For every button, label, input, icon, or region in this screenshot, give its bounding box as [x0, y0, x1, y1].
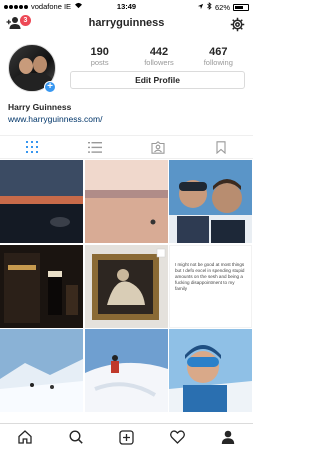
- profile-view-tabs: [0, 135, 253, 159]
- grid-post-quote[interactable]: I might not be good at most things but I…: [169, 244, 252, 328]
- location-icon: [197, 3, 204, 12]
- followers-label: followers: [144, 58, 174, 67]
- tab-grid[interactable]: [0, 136, 63, 158]
- grid-photo-ski-goggles[interactable]: [169, 329, 252, 412]
- saved-icon: [216, 140, 226, 154]
- tab-list[interactable]: [63, 136, 126, 158]
- photo-grid: I might not be good at most things but I…: [0, 160, 253, 412]
- posts-label: posts: [90, 58, 109, 67]
- battery-icon: [233, 3, 249, 11]
- nav-profile[interactable]: [202, 424, 253, 450]
- profile-icon: [221, 430, 234, 444]
- tagged-icon: [151, 140, 165, 154]
- nav-add-post[interactable]: [101, 424, 152, 450]
- grid-photo-framed-painting[interactable]: [84, 244, 168, 328]
- status-right: 62%: [197, 2, 249, 12]
- posts-count: 190: [90, 46, 109, 58]
- following-label: following: [203, 58, 233, 67]
- add-post-icon: [119, 429, 134, 445]
- grid-photo-ski-selfie[interactable]: [169, 160, 252, 243]
- grid-photo-sunset-beach[interactable]: [84, 160, 168, 243]
- grid-photo-guinness-pub[interactable]: [0, 244, 83, 328]
- posts-stat[interactable]: 190 posts: [70, 46, 129, 68]
- battery-percentage: 62%: [214, 2, 230, 12]
- settings-button[interactable]: [230, 17, 245, 32]
- home-icon: [18, 430, 32, 444]
- add-story-plus-icon[interactable]: +: [44, 81, 56, 93]
- nav-activity[interactable]: [152, 424, 203, 450]
- nav-search[interactable]: [51, 424, 102, 450]
- profile-website-link[interactable]: www.harryguinness.com/: [8, 114, 102, 124]
- profile-stats: 190 posts 442 followers 467 following: [70, 46, 248, 68]
- grid-photo-snow-mountain[interactable]: [0, 329, 83, 412]
- following-count: 467: [209, 46, 228, 58]
- top-bar: 3 harryguinness: [0, 12, 253, 36]
- search-icon: [69, 430, 83, 444]
- profile-full-name: Harry Guinness: [8, 102, 72, 112]
- gear-icon: [230, 17, 245, 32]
- status-bar: vodafone IE 13:49 62%: [0, 0, 253, 12]
- nav-home[interactable]: [0, 424, 51, 450]
- bluetooth-icon: [207, 2, 212, 12]
- edit-profile-button[interactable]: Edit Profile: [70, 71, 245, 89]
- grid-icon: [25, 141, 38, 153]
- quote-text: I might not be good at most things but I…: [175, 261, 245, 291]
- followers-stat[interactable]: 442 followers: [129, 46, 188, 68]
- list-icon: [87, 141, 102, 153]
- grid-photo-night-beach[interactable]: [0, 160, 83, 243]
- profile-username-title: harryguinness: [88, 17, 165, 29]
- tab-saved[interactable]: [190, 136, 253, 158]
- bottom-navigation: [0, 423, 253, 450]
- followers-count: 442: [149, 46, 169, 58]
- following-stat[interactable]: 467 following: [189, 46, 248, 68]
- tab-tagged[interactable]: [127, 136, 190, 158]
- grid-photo-skier[interactable]: [84, 329, 168, 412]
- heart-icon: [169, 430, 185, 444]
